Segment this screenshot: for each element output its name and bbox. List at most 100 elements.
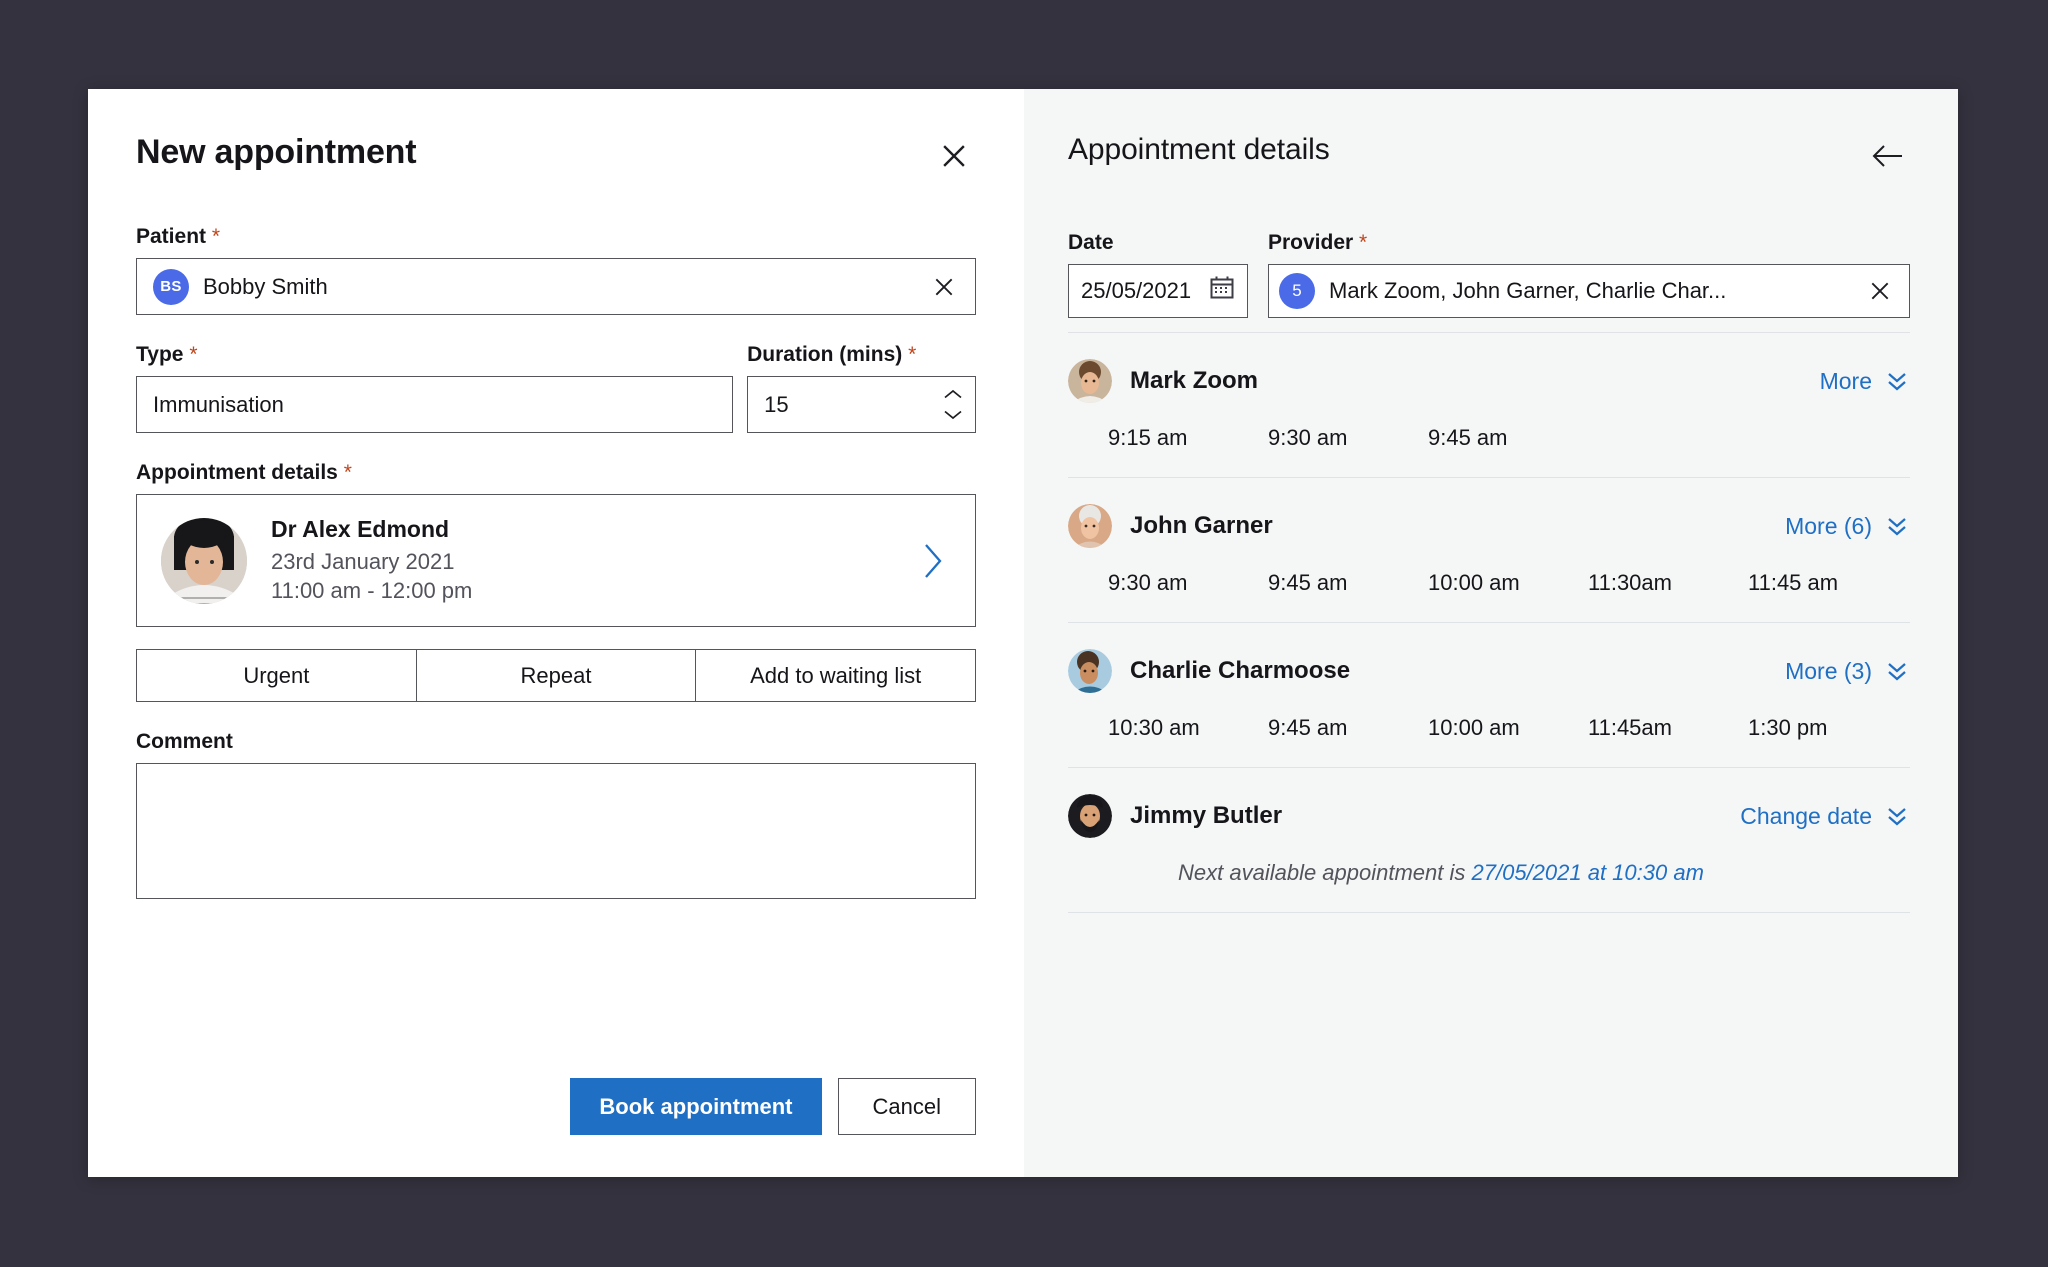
- patient-group: Patient * BS Bobby Smith: [136, 225, 976, 315]
- date-value: 25/05/2021: [1081, 278, 1192, 303]
- slot-list: 9:15 am 9:30 am 9:45 am: [1068, 425, 1910, 451]
- appointment-provider-name: Dr Alex Edmond: [271, 515, 450, 542]
- dialog-actions: Book appointment Cancel: [570, 1078, 976, 1135]
- appointment-time-range: 11:00 am - 12:00 pm: [271, 578, 473, 603]
- time-slot[interactable]: 9:45 am: [1428, 425, 1588, 451]
- appointment-details-panel: Appointment details Date 25/05/2021 Prov…: [1024, 89, 1958, 1177]
- time-slot[interactable]: 11:30am: [1588, 570, 1748, 596]
- avatar-image: [161, 517, 247, 604]
- provider-row-header: Charlie Charmoose More (3): [1068, 649, 1910, 693]
- repeat-toggle[interactable]: Repeat: [415, 649, 696, 702]
- chevron-right-icon: [925, 543, 942, 578]
- time-slot[interactable]: 10:00 am: [1428, 715, 1588, 741]
- provider-label: Provider *: [1268, 231, 1368, 254]
- time-slot[interactable]: 9:45 am: [1268, 715, 1428, 741]
- provider-count-badge: 5: [1279, 273, 1315, 309]
- duration-stepper[interactable]: 15: [747, 376, 976, 433]
- date-input[interactable]: 25/05/2021: [1068, 264, 1248, 318]
- provider-more-button[interactable]: More: [1820, 368, 1910, 395]
- provider-identity: Charlie Charmoose: [1068, 649, 1350, 693]
- provider-value: Mark Zoom, John Garner, Charlie Char...: [1329, 278, 1727, 303]
- provider-row: Charlie Charmoose More (3) 10:30 am 9:45…: [1068, 623, 1910, 768]
- provider-name: Jimmy Butler: [1130, 802, 1283, 829]
- time-slot[interactable]: 11:45am: [1588, 715, 1748, 741]
- provider-more-label: More: [1819, 367, 1872, 394]
- slot-list: 10:30 am 9:45 am 10:00 am 11:45am 1:30 p…: [1068, 715, 1910, 741]
- required-indicator: *: [343, 461, 352, 484]
- avatar: [1068, 504, 1112, 548]
- provider-row-header: Mark Zoom More: [1068, 359, 1910, 403]
- chevron-double-down-icon: [1888, 373, 1906, 391]
- slot-list: 9:30 am 9:45 am 10:00 am 11:30am 11:45 a…: [1068, 570, 1910, 596]
- appointment-date: 23rd January 2021: [271, 548, 455, 574]
- date-provider-row: Date 25/05/2021 Provider * 5 Mark Zoom, …: [1068, 231, 1910, 318]
- provider-more-button[interactable]: More (6): [1785, 513, 1910, 540]
- provider-clear-button[interactable]: [1865, 276, 1895, 306]
- required-indicator: *: [908, 343, 917, 366]
- patient-clear-button[interactable]: [929, 272, 959, 302]
- close-icon: [935, 278, 953, 295]
- avatar-image: [1068, 649, 1112, 693]
- avatar: [1068, 359, 1112, 403]
- time-slot[interactable]: 1:30 pm: [1748, 715, 1908, 741]
- time-slot[interactable]: 10:00 am: [1428, 570, 1588, 596]
- chevron-double-down-icon: [1888, 663, 1906, 681]
- urgent-toggle[interactable]: Urgent: [136, 649, 416, 702]
- provider-group: Provider * 5 Mark Zoom, John Garner, Cha…: [1268, 231, 1910, 318]
- appointment-details-label: Appointment details *: [136, 461, 352, 484]
- time-slot[interactable]: 9:15 am: [1108, 425, 1268, 451]
- chevron-double-down-icon: [1888, 808, 1906, 826]
- book-appointment-button[interactable]: Book appointment: [570, 1078, 822, 1135]
- comment-input[interactable]: [136, 763, 976, 899]
- time-slot[interactable]: 11:45 am: [1748, 570, 1908, 596]
- required-indicator: *: [189, 343, 198, 366]
- time-slot[interactable]: 10:30 am: [1108, 715, 1268, 741]
- comment-label: Comment: [136, 730, 233, 753]
- next-available-value[interactable]: 27/05/2021 at 10:30 am: [1472, 860, 1704, 885]
- appointment-card[interactable]: Dr Alex Edmond 23rd January 2021 11:00 a…: [136, 494, 976, 627]
- chevron-double-down-icon: [1888, 518, 1906, 536]
- change-date-button[interactable]: Change date: [1740, 803, 1910, 830]
- provider-name: Mark Zoom: [1130, 367, 1259, 394]
- provider-more-button[interactable]: More (3): [1785, 658, 1910, 685]
- right-panel-title: Appointment details: [1068, 133, 1330, 166]
- duration-label: Duration (mins) *: [747, 343, 917, 366]
- add-to-waiting-list-toggle[interactable]: Add to waiting list: [695, 649, 977, 702]
- type-group: Type * Immunisation: [136, 343, 734, 433]
- provider-more-label: More (3): [1785, 657, 1872, 684]
- chevron-up-icon: [944, 389, 962, 399]
- duration-stepper-arrows[interactable]: [943, 377, 963, 432]
- patient-value: Bobby Smith: [203, 273, 328, 299]
- time-slot[interactable]: 9:45 am: [1268, 570, 1428, 596]
- change-date-label: Change date: [1740, 802, 1872, 829]
- new-appointment-dialog: New appointment Patient * BS Bobby Smith: [88, 89, 1958, 1177]
- provider-input[interactable]: 5 Mark Zoom, John Garner, Charlie Char..…: [1268, 264, 1910, 318]
- appointment-card-expand-button[interactable]: [913, 542, 953, 580]
- close-icon: [940, 142, 968, 173]
- page-title: New appointment: [136, 133, 417, 171]
- new-appointment-panel: New appointment Patient * BS Bobby Smith: [88, 89, 1024, 1177]
- appointment-details-group: Appointment details * Dr Alex Edmond 23r…: [136, 461, 976, 627]
- calendar-icon[interactable]: [1209, 275, 1235, 307]
- date-label: Date: [1068, 231, 1114, 254]
- provider-row-header: Jimmy Butler Change date: [1068, 794, 1910, 838]
- time-slot[interactable]: 9:30 am: [1268, 425, 1428, 451]
- patient-label: Patient *: [136, 225, 221, 248]
- provider-identity: John Garner: [1068, 504, 1273, 548]
- avatar: BS: [153, 268, 189, 305]
- right-panel-header: Appointment details: [1068, 133, 1910, 195]
- provider-availability-list: Mark Zoom More 9:15 am 9:30 am 9:45 am J…: [1068, 332, 1910, 913]
- arrow-left-icon: [1871, 143, 1905, 172]
- patient-input[interactable]: BS Bobby Smith: [136, 258, 976, 315]
- appointment-card-meta: Dr Alex Edmond 23rd January 2021 11:00 a…: [247, 516, 913, 605]
- type-label: Type *: [136, 343, 198, 366]
- type-value: Immunisation: [153, 391, 284, 417]
- back-button[interactable]: [1866, 135, 1910, 179]
- provider-identity: Jimmy Butler: [1068, 794, 1282, 838]
- close-button[interactable]: [932, 135, 976, 179]
- avatar-image: [1068, 794, 1112, 838]
- time-slot[interactable]: 9:30 am: [1108, 570, 1268, 596]
- cancel-button[interactable]: Cancel: [837, 1078, 976, 1135]
- type-input[interactable]: Immunisation: [136, 376, 734, 433]
- next-available-prefix: Next available appointment is: [1178, 860, 1472, 885]
